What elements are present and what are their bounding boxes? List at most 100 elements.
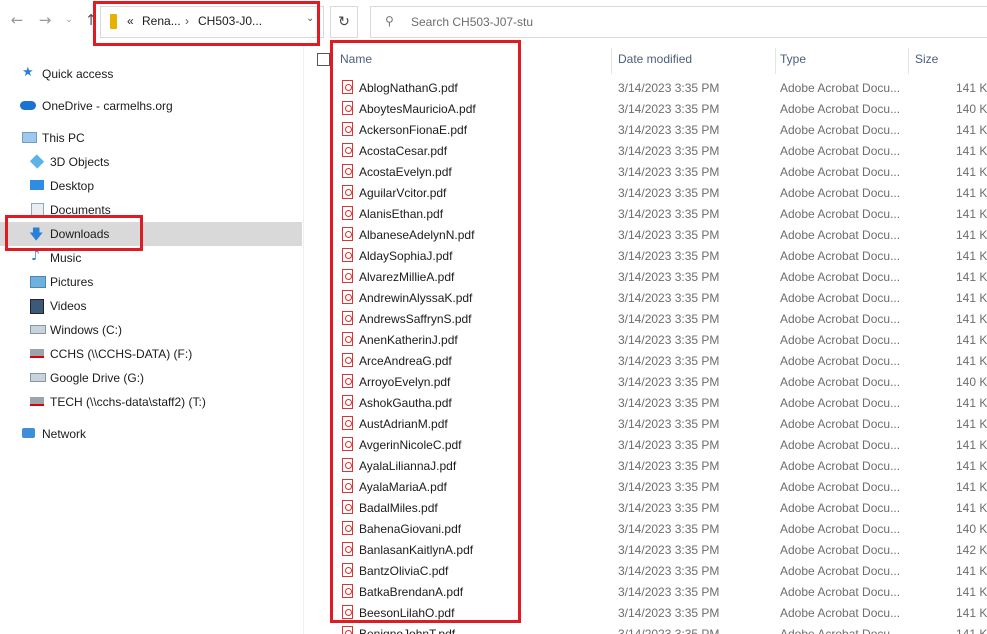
table-row[interactable]: BeesonLilahO.pdf 3/14/2023 3:35 PM Adobe A…	[306, 602, 987, 623]
table-row[interactable]: BanlasanKaitlynA.pdf 3/14/2023 3:35 PM Ado…	[306, 539, 987, 560]
column-header-name[interactable]: Name	[340, 52, 372, 66]
file-name[interactable]: AyalaMariaA.pdf	[359, 480, 447, 494]
sidebar-item-downloads[interactable]: 🡇 Downloads	[0, 222, 302, 246]
table-row[interactable]: AyalaMariaA.pdf 3/14/2023 3:35 PM Adobe Ac…	[306, 476, 987, 497]
column-divider[interactable]	[775, 48, 776, 74]
file-name[interactable]: BatkaBrendanA.pdf	[359, 585, 463, 599]
file-name[interactable]: AblogNathanG.pdf	[359, 81, 458, 95]
sidebar-item-windows-c[interactable]: Windows (C:)	[0, 318, 302, 342]
table-row[interactable]: AcostaEvelyn.pdf 3/14/2023 3:35 PM Adobe A…	[306, 161, 987, 182]
address-bar[interactable]: « Rena... › CH503-J0...	[100, 6, 324, 38]
file-name[interactable]: AlanisEthan.pdf	[359, 207, 443, 221]
file-size: 141 K	[956, 417, 987, 431]
sidebar-item-videos[interactable]: Videos	[0, 294, 302, 318]
breadcrumb-overflow[interactable]: «	[127, 14, 134, 29]
refresh-icon[interactable]: ↻	[330, 6, 358, 38]
file-name[interactable]: AvgerinNicoleC.pdf	[359, 438, 462, 452]
table-row[interactable]: AvgerinNicoleC.pdf 3/14/2023 3:35 PM Adobe…	[306, 434, 987, 455]
sidebar-item-onedrive[interactable]: OneDrive - carmelhs.org	[0, 94, 302, 118]
file-name[interactable]: AndrewinAlyssaK.pdf	[359, 291, 472, 305]
table-row[interactable]: ArceAndreaG.pdf 3/14/2023 3:35 PM Adobe Ac…	[306, 350, 987, 371]
sidebar-item-google-drive-g[interactable]: Google Drive (G:)	[0, 366, 302, 390]
file-name[interactable]: BeesonLilahO.pdf	[359, 606, 454, 620]
back-arrow-icon[interactable]: ←	[6, 9, 28, 31]
file-name[interactable]: AnenKatherinJ.pdf	[359, 333, 458, 347]
sidebar-item-this-pc[interactable]: This PC	[0, 126, 302, 150]
file-name[interactable]: BahenaGiovani.pdf	[359, 522, 461, 536]
file-name[interactable]: ArceAndreaG.pdf	[359, 354, 452, 368]
sidebar-item-3d-objects[interactable]: 3D Objects	[0, 150, 302, 174]
file-name[interactable]: AcostaCesar.pdf	[359, 144, 447, 158]
column-divider[interactable]	[908, 48, 909, 74]
table-row[interactable]: AckersonFionaE.pdf 3/14/2023 3:35 PM Adobe…	[306, 119, 987, 140]
file-name[interactable]: AndrewsSaffrynS.pdf	[359, 312, 472, 326]
table-row[interactable]: AshokGautha.pdf 3/14/2023 3:35 PM Adobe Ac…	[306, 392, 987, 413]
sidebar-item-quick-access[interactable]: ★ Quick access	[0, 62, 302, 86]
table-row[interactable]: ArroyoEvelyn.pdf 3/14/2023 3:35 PM Adobe A…	[306, 371, 987, 392]
table-row[interactable]: AldaySophiaJ.pdf 3/14/2023 3:35 PM Adobe A…	[306, 245, 987, 266]
table-row[interactable]: AlbaneseAdelynN.pdf 3/14/2023 3:35 PM Adob…	[306, 224, 987, 245]
pane-divider[interactable]	[303, 44, 304, 634]
file-size: 141 K	[956, 81, 987, 95]
sidebar-item-cchs-f[interactable]: CCHS (\\CCHS-DATA) (F:)	[0, 342, 302, 366]
table-row[interactable]: AndrewinAlyssaK.pdf 3/14/2023 3:35 PM Adob…	[306, 287, 987, 308]
table-row[interactable]: BadalMiles.pdf 3/14/2023 3:35 PM Adobe Acr…	[306, 497, 987, 518]
drive-icon	[30, 325, 46, 334]
table-row[interactable]: AnenKatherinJ.pdf 3/14/2023 3:35 PM Adobe …	[306, 329, 987, 350]
table-row[interactable]: AcostaCesar.pdf 3/14/2023 3:35 PM Adobe Ac…	[306, 140, 987, 161]
table-row[interactable]: AblogNathanG.pdf 3/14/2023 3:35 PM Adobe A…	[306, 77, 987, 98]
file-size: 141 K	[956, 585, 987, 599]
table-row[interactable]: AyalaLiliannaJ.pdf 3/14/2023 3:35 PM Adobe…	[306, 455, 987, 476]
file-name[interactable]: ArroyoEvelyn.pdf	[359, 375, 450, 389]
column-divider[interactable]	[611, 48, 612, 74]
pdf-file-icon	[342, 185, 353, 199]
file-name[interactable]: AguilarVcitor.pdf	[359, 186, 446, 200]
network-icon	[22, 428, 35, 438]
sidebar-item-pictures[interactable]: Pictures	[0, 270, 302, 294]
file-name[interactable]: BadalMiles.pdf	[359, 501, 438, 515]
table-row[interactable]: AndrewsSaffrynS.pdf 3/14/2023 3:35 PM Adob…	[306, 308, 987, 329]
table-row[interactable]: AlanisEthan.pdf 3/14/2023 3:35 PM Adobe Ac…	[306, 203, 987, 224]
column-header-date[interactable]: Date modified	[618, 52, 692, 66]
sidebar-item-network[interactable]: Network	[0, 422, 302, 446]
file-name[interactable]: BanlasanKaitlynA.pdf	[359, 543, 473, 557]
file-name[interactable]: AcostaEvelyn.pdf	[359, 165, 452, 179]
file-name[interactable]: AlbaneseAdelynN.pdf	[359, 228, 474, 242]
table-row[interactable]: BahenaGiovani.pdf 3/14/2023 3:35 PM Adobe …	[306, 518, 987, 539]
pdf-file-icon	[342, 80, 353, 94]
search-input[interactable]: Search CH503-J07-stu	[411, 15, 533, 29]
recent-locations-chevron-icon[interactable]: ⌄	[58, 9, 80, 31]
select-all-checkbox[interactable]	[317, 53, 330, 66]
file-name[interactable]: AustAdrianM.pdf	[359, 417, 448, 431]
file-name[interactable]: BenignoJohnT.pdf	[359, 627, 455, 634]
table-row[interactable]: BatkaBrendanA.pdf 3/14/2023 3:35 PM Adobe …	[306, 581, 987, 602]
address-dropdown-icon[interactable]: ⌄	[306, 13, 314, 24]
table-row[interactable]: AlvarezMillieA.pdf 3/14/2023 3:35 PM Adobe…	[306, 266, 987, 287]
file-type: Adobe Acrobat Docu...	[780, 333, 901, 347]
table-row[interactable]: AustAdrianM.pdf 3/14/2023 3:35 PM Adobe Ac…	[306, 413, 987, 434]
sidebar-item-desktop[interactable]: Desktop	[0, 174, 302, 198]
file-name[interactable]: AshokGautha.pdf	[359, 396, 452, 410]
file-name[interactable]: AldaySophiaJ.pdf	[359, 249, 452, 263]
pdf-file-icon	[342, 563, 353, 577]
file-name[interactable]: AckersonFionaE.pdf	[359, 123, 467, 137]
file-date-modified: 3/14/2023 3:35 PM	[618, 249, 720, 263]
file-name[interactable]: AyalaLiliannaJ.pdf	[359, 459, 456, 473]
breadcrumb-item[interactable]: Rena...	[142, 14, 181, 29]
sidebar-item-music[interactable]: ♪ Music	[0, 246, 302, 270]
column-header-size[interactable]: Size	[915, 52, 938, 66]
file-name[interactable]: AlvarezMillieA.pdf	[359, 270, 454, 284]
table-row[interactable]: AguilarVcitor.pdf 3/14/2023 3:35 PM Adobe …	[306, 182, 987, 203]
table-row[interactable]: BantzOliviaC.pdf 3/14/2023 3:35 PM Adobe A…	[306, 560, 987, 581]
file-name[interactable]: BantzOliviaC.pdf	[359, 564, 448, 578]
search-box[interactable]: ⚲ Search CH503-J07-stu	[370, 6, 987, 38]
sidebar-item-documents[interactable]: Documents	[0, 198, 302, 222]
forward-arrow-icon[interactable]: →	[34, 9, 56, 31]
table-row[interactable]: BenignoJohnT.pdf 3/14/2023 3:35 PM Adobe A…	[306, 623, 987, 634]
column-header-type[interactable]: Type	[780, 52, 806, 66]
table-row[interactable]: AboytesMauricioA.pdf 3/14/2023 3:35 PM Ado…	[306, 98, 987, 119]
up-arrow-icon[interactable]: ↑	[80, 9, 102, 31]
breadcrumb-item[interactable]: CH503-J0...	[198, 14, 262, 29]
file-name[interactable]: AboytesMauricioA.pdf	[359, 102, 476, 116]
sidebar-item-tech-t[interactable]: TECH (\\cchs-data\staff2) (T:)	[0, 390, 302, 414]
